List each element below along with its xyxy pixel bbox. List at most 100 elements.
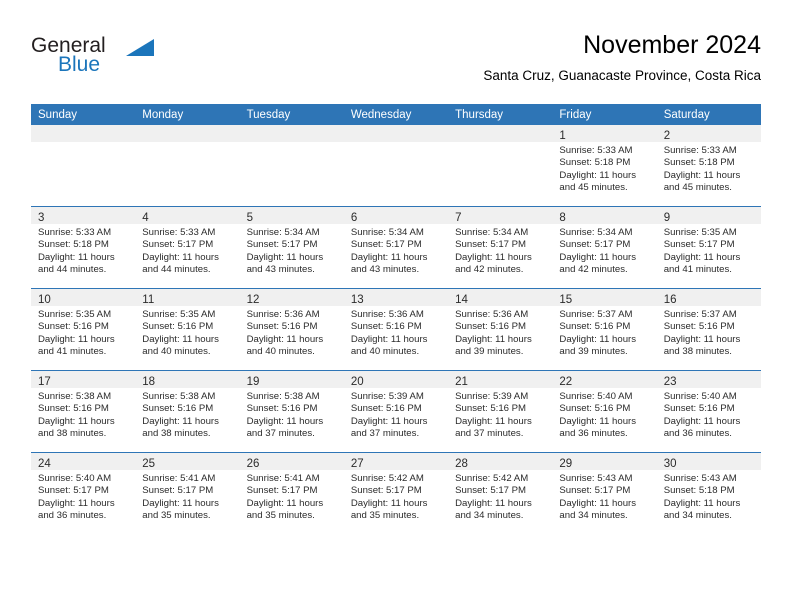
day-number: 1 [559, 130, 566, 142]
day-detail-line: Sunset: 5:16 PM [559, 321, 631, 333]
day-cell-18[interactable]: 18 Sunrise: 5:38 AM Sunset: 5:16 PM Dayligh… [135, 370, 240, 453]
day-cell-17[interactable]: 17 Sunrise: 5:38 AM Sunset: 5:16 PM Dayligh… [31, 370, 136, 453]
day-cell-empty [31, 125, 136, 207]
day-detail-line: Sunset: 5:16 PM [559, 403, 631, 415]
day-detail-line: and 38 minutes. [663, 346, 732, 358]
day-detail-line: and 40 minutes. [246, 346, 315, 358]
day-cell-body: Sunrise: 5:43 AM Sunset: 5:17 PM Daylight:… [552, 470, 656, 523]
day-detail-line: Sunset: 5:16 PM [38, 321, 109, 333]
day-detail-line: Sunset: 5:16 PM [455, 403, 527, 415]
day-cell-body: Sunrise: 5:38 AM Sunset: 5:16 PM Daylight:… [31, 388, 135, 441]
day-cell-23[interactable]: 23 Sunrise: 5:40 AM Sunset: 5:16 PM Dayligh… [656, 370, 761, 453]
day-detail-line: Sunset: 5:17 PM [350, 239, 422, 251]
calendar-week-row: 10 Sunrise: 5:35 AM Sunset: 5:16 PM Dayligh… [31, 288, 761, 371]
day-detail-line: Sunrise: 5:40 AM [559, 391, 633, 402]
day-number-band: 16 [656, 289, 761, 306]
day-detail-line: Sunset: 5:17 PM [142, 239, 214, 251]
day-cell-29[interactable]: 29 Sunrise: 5:43 AM Sunset: 5:17 PM Dayligh… [552, 452, 657, 534]
day-number-band: 15 [552, 289, 657, 306]
day-cell-body [135, 142, 239, 145]
day-cell-12[interactable]: 12 Sunrise: 5:36 AM Sunset: 5:16 PM Dayligh… [239, 288, 344, 371]
day-number: 7 [455, 212, 462, 224]
day-cell-24[interactable]: 24 Sunrise: 5:40 AM Sunset: 5:17 PM Dayligh… [31, 452, 136, 534]
day-cell-28[interactable]: 28 Sunrise: 5:42 AM Sunset: 5:17 PM Dayligh… [448, 452, 553, 534]
general-blue-logo[interactable]: General Blue [31, 34, 161, 84]
day-cell-30[interactable]: 30 Sunrise: 5:43 AM Sunset: 5:18 PM Dayligh… [656, 452, 761, 534]
day-cell-body: Sunrise: 5:42 AM Sunset: 5:17 PM Daylight:… [344, 470, 448, 523]
day-detail-line: Daylight: 11 hours [246, 251, 324, 263]
day-number: 6 [350, 212, 358, 224]
day-number-band: 20 [343, 371, 449, 388]
day-cell-20[interactable]: 20 Sunrise: 5:39 AM Sunset: 5:16 PM Dayligh… [343, 370, 449, 453]
day-detail-line: Sunset: 5:17 PM [559, 239, 631, 251]
day-detail-line: Sunrise: 5:40 AM [663, 391, 737, 402]
day-cell-body: Sunrise: 5:35 AM Sunset: 5:16 PM Daylight:… [31, 306, 135, 359]
day-number: 21 [455, 376, 468, 388]
day-number-band [31, 125, 136, 142]
day-detail-line: and 34 minutes. [455, 510, 524, 522]
day-number-band: 28 [448, 453, 553, 470]
day-detail-line: Daylight: 11 hours [246, 497, 324, 509]
day-detail-line: Sunrise: 5:37 AM [559, 309, 633, 320]
day-cell-21[interactable]: 21 Sunrise: 5:39 AM Sunset: 5:16 PM Dayligh… [448, 370, 553, 453]
day-detail-line: Sunset: 5:18 PM [559, 157, 631, 169]
day-cell-14[interactable]: 14 Sunrise: 5:36 AM Sunset: 5:16 PM Dayligh… [448, 288, 553, 371]
weekday-header-monday: Monday [135, 104, 240, 125]
day-number-band: 4 [135, 207, 240, 224]
day-detail-line: Sunrise: 5:36 AM [455, 309, 529, 320]
day-detail-line: Daylight: 11 hours [559, 497, 637, 509]
day-cell-body: Sunrise: 5:37 AM Sunset: 5:16 PM Daylight:… [552, 306, 656, 359]
day-detail-line: Daylight: 11 hours [455, 251, 532, 263]
day-cell-13[interactable]: 13 Sunrise: 5:36 AM Sunset: 5:16 PM Dayligh… [343, 288, 449, 371]
day-detail-line: Sunrise: 5:41 AM [246, 473, 320, 484]
day-number: 11 [142, 294, 155, 306]
day-cell-11[interactable]: 11 Sunrise: 5:35 AM Sunset: 5:16 PM Dayligh… [135, 288, 240, 371]
day-cell-25[interactable]: 25 Sunrise: 5:41 AM Sunset: 5:17 PM Dayligh… [135, 452, 240, 534]
day-cell-3[interactable]: 3 Sunrise: 5:33 AM Sunset: 5:18 PM Daylight… [31, 206, 136, 289]
day-detail-line: Daylight: 11 hours [663, 333, 741, 345]
day-detail-line: and 36 minutes. [38, 510, 107, 522]
day-detail-line: Sunrise: 5:42 AM [455, 473, 529, 484]
day-detail-line: Sunrise: 5:34 AM [246, 227, 320, 238]
day-cell-15[interactable]: 15 Sunrise: 5:37 AM Sunset: 5:16 PM Dayligh… [552, 288, 657, 371]
day-number-band: 3 [31, 207, 136, 224]
day-cell-27[interactable]: 27 Sunrise: 5:42 AM Sunset: 5:17 PM Dayligh… [343, 452, 449, 534]
day-cell-9[interactable]: 9 Sunrise: 5:35 AM Sunset: 5:17 PM Daylight… [656, 206, 761, 289]
day-cell-body: Sunrise: 5:38 AM Sunset: 5:16 PM Daylight:… [135, 388, 239, 441]
day-cell-6[interactable]: 6 Sunrise: 5:34 AM Sunset: 5:17 PM Daylight… [343, 206, 449, 289]
day-cell-26[interactable]: 26 Sunrise: 5:41 AM Sunset: 5:17 PM Dayligh… [239, 452, 344, 534]
day-cell-10[interactable]: 10 Sunrise: 5:35 AM Sunset: 5:16 PM Dayligh… [31, 288, 136, 371]
day-cell-22[interactable]: 22 Sunrise: 5:40 AM Sunset: 5:16 PM Dayligh… [552, 370, 657, 453]
day-number-band: 1 [552, 125, 657, 142]
day-cell-7[interactable]: 7 Sunrise: 5:34 AM Sunset: 5:17 PM Daylight… [448, 206, 553, 289]
day-number: 22 [559, 376, 573, 388]
day-detail-line: Sunrise: 5:34 AM [455, 227, 529, 238]
day-detail-line: Daylight: 11 hours [142, 497, 219, 509]
triangle-icon [126, 39, 154, 56]
day-number-band: 8 [552, 207, 657, 224]
day-detail-line: Daylight: 11 hours [38, 251, 115, 263]
day-detail-line: and 42 minutes. [455, 264, 524, 276]
day-cell-5[interactable]: 5 Sunrise: 5:34 AM Sunset: 5:17 PM Daylight… [239, 206, 344, 289]
day-detail-line: Daylight: 11 hours [663, 251, 741, 263]
day-cell-2[interactable]: 2 Sunrise: 5:33 AM Sunset: 5:18 PM Daylight… [656, 125, 761, 207]
day-cell-body: Sunrise: 5:42 AM Sunset: 5:17 PM Daylight:… [448, 470, 552, 523]
weekday-header-wednesday: Wednesday [343, 104, 449, 125]
day-cell-1[interactable]: 1 Sunrise: 5:33 AM Sunset: 5:18 PM Daylight… [552, 125, 657, 207]
day-detail-line: Daylight: 11 hours [559, 333, 637, 345]
day-cell-8[interactable]: 8 Sunrise: 5:34 AM Sunset: 5:17 PM Daylight… [552, 206, 657, 289]
day-detail-line: Daylight: 11 hours [142, 415, 219, 427]
day-detail-line: Sunset: 5:16 PM [142, 403, 214, 415]
day-cell-19[interactable]: 19 Sunrise: 5:38 AM Sunset: 5:16 PM Dayligh… [239, 370, 344, 453]
weekday-header-saturday: Saturday [656, 104, 761, 125]
day-cell-4[interactable]: 4 Sunrise: 5:33 AM Sunset: 5:17 PM Daylight… [135, 206, 240, 289]
day-number: 14 [455, 294, 468, 306]
day-detail-line: and 44 minutes. [38, 264, 107, 276]
calendar-week-row: 24 Sunrise: 5:40 AM Sunset: 5:17 PM Dayligh… [31, 452, 761, 534]
day-detail-line: Sunrise: 5:42 AM [350, 473, 424, 484]
day-detail-line: Sunset: 5:17 PM [246, 239, 318, 251]
day-number: 28 [455, 458, 468, 470]
day-detail-line: and 43 minutes. [246, 264, 315, 276]
day-cell-16[interactable]: 16 Sunrise: 5:37 AM Sunset: 5:16 PM Dayligh… [656, 288, 761, 371]
day-cell-body [344, 142, 448, 145]
